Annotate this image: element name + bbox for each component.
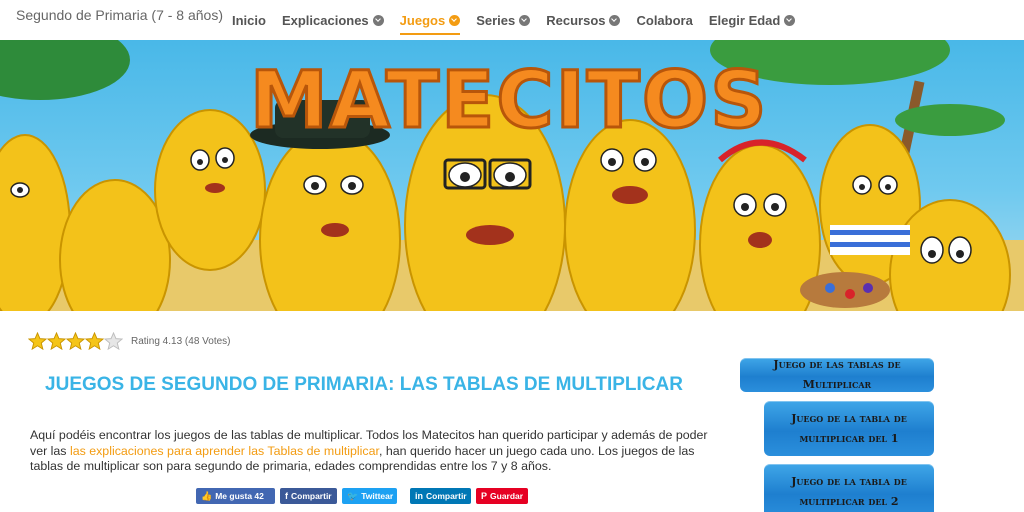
chevron-down-icon <box>372 14 384 26</box>
nav-item-series[interactable]: Series <box>476 9 531 31</box>
facebook-icon: f <box>285 491 288 501</box>
nav-label: Recursos <box>546 12 606 28</box>
site-title[interactable]: Segundo de Primaria (7 - 8 años) <box>16 7 223 23</box>
explicaciones-link[interactable]: las explicaciones para aprender las Tabl… <box>70 444 379 458</box>
nav-item-elegir-edad[interactable]: Elegir Edad <box>709 9 796 31</box>
pinterest-save-button[interactable]: P Guardar <box>476 488 528 504</box>
share-label: Compartir <box>426 491 467 501</box>
nav-label: Juegos <box>399 12 446 28</box>
star-empty-icon[interactable] <box>104 332 123 351</box>
hero-banner: MATECITOS <box>0 40 1024 311</box>
chevron-down-icon <box>519 14 531 26</box>
linkedin-icon: in <box>415 491 423 501</box>
nav-item-colabora[interactable]: Colabora <box>636 9 692 31</box>
banner-title: MATECITOS <box>248 56 769 146</box>
page-heading: JUEGOS DE SEGUNDO DE PRIMARIA: LAS TABLA… <box>45 374 683 395</box>
twitter-icon: 🐦 <box>347 490 359 501</box>
nav-item-explicaciones[interactable]: Explicaciones <box>282 9 384 31</box>
star-filled-icon[interactable] <box>66 332 85 351</box>
share-label: Guardar <box>490 491 524 501</box>
sidebar-game-button-tabla-1[interactable]: Juego de la tabla de multiplicar del 1 <box>764 401 934 456</box>
chevron-down-icon <box>784 14 796 26</box>
nav-label: Inicio <box>232 12 266 28</box>
top-navigation-bar: Segundo de Primaria (7 - 8 años) Inicio … <box>0 0 1024 40</box>
pinterest-icon: P <box>481 491 488 501</box>
nav-label: Colabora <box>636 12 693 28</box>
nav-label: Explicaciones <box>281 12 369 28</box>
nav-item-inicio[interactable]: Inicio <box>232 9 266 31</box>
sidebar-game-button-tabla-2[interactable]: Juego de la tabla de multiplicar del 2 <box>764 464 934 512</box>
share-label: Compartir <box>291 491 332 501</box>
nav-item-recursos[interactable]: Recursos <box>546 9 621 31</box>
main-nav: Inicio Explicaciones Juegos Series Recur… <box>232 9 811 35</box>
facebook-like-button[interactable]: 👍 Me gusta 42 <box>196 488 275 504</box>
share-label: Twittear <box>361 491 394 501</box>
intro-paragraph: Aquí podéis encontrar los juegos de las … <box>30 428 710 475</box>
linkedin-share-button[interactable]: in Compartir <box>410 488 471 504</box>
nav-label: Elegir Edad <box>708 12 781 28</box>
star-rating[interactable]: Rating 4.13 (48 Votes) <box>28 332 231 351</box>
sidebar-game-button-tablas[interactable]: Juego de las tablas de Multiplicar <box>740 358 934 392</box>
twitter-share-button[interactable]: 🐦 Twittear <box>342 488 397 504</box>
rating-text: Rating 4.13 (48 Votes) <box>131 336 231 347</box>
share-label: Me gusta 42 <box>215 491 264 501</box>
star-filled-icon[interactable] <box>28 332 47 351</box>
chevron-down-icon <box>449 14 461 26</box>
star-filled-icon[interactable] <box>47 332 66 351</box>
thumbs-up-icon: 👍 <box>201 490 213 501</box>
star-filled-icon[interactable] <box>85 332 104 351</box>
nav-label: Series <box>476 12 516 28</box>
chevron-down-icon <box>609 14 621 26</box>
facebook-share-button[interactable]: f Compartir <box>280 488 337 504</box>
nav-item-juegos[interactable]: Juegos <box>399 9 461 35</box>
